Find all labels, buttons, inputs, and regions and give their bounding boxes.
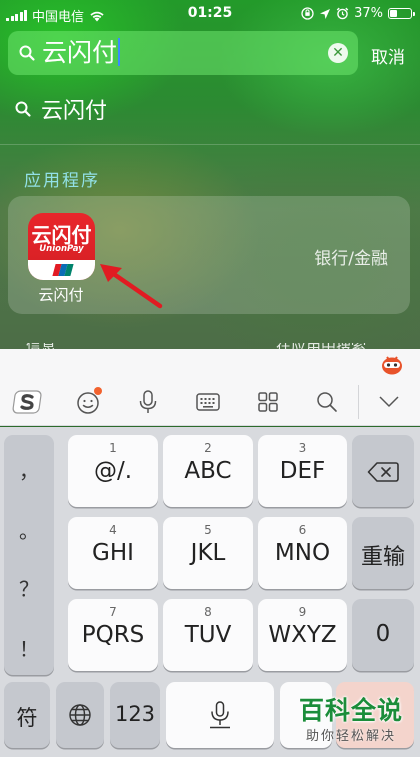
search-icon <box>15 101 31 117</box>
key-3[interactable]: 3 DEF <box>258 435 347 507</box>
battery-percent: 37% <box>354 6 383 21</box>
key-number: 5 <box>204 523 212 537</box>
keyboard-switch-icon[interactable] <box>193 387 223 417</box>
key-number: 1 <box>109 441 117 455</box>
suggestion-text: 云闪付 <box>41 99 108 124</box>
punct-key-period[interactable]: 。 <box>4 515 54 544</box>
key-label: @/. <box>93 458 133 484</box>
punctuation-column[interactable]: ， 。 ？ ！ <box>4 435 54 675</box>
keyboard-toolbar <box>0 379 420 426</box>
key-label: MNO <box>274 540 331 566</box>
language-key[interactable] <box>56 682 104 748</box>
key-label: 0 <box>375 621 391 647</box>
backspace-icon <box>367 462 399 482</box>
key-2[interactable]: 2 ABC <box>163 435 253 507</box>
key-number: 4 <box>109 523 117 537</box>
key-9[interactable]: 9 WXYZ <box>258 599 347 671</box>
collapse-keyboard-icon[interactable] <box>374 387 404 417</box>
section-header-apps: 应用程序 <box>24 171 100 191</box>
key-number: 8 <box>204 605 212 619</box>
battery-icon <box>388 8 415 19</box>
key-number: 3 <box>298 441 307 455</box>
divider <box>0 144 420 145</box>
key-number: 6 <box>298 523 307 537</box>
emoji-icon[interactable] <box>73 387 103 417</box>
key-number: 2 <box>204 441 212 455</box>
space-key[interactable] <box>166 682 274 748</box>
toolbox-grid-icon[interactable] <box>253 387 283 417</box>
app-icon-logo-en: UnionPay <box>39 244 84 254</box>
app-name: 云闪付 <box>38 286 84 304</box>
text-cursor <box>118 38 121 66</box>
watermark-subtitle: 助你轻松解决 <box>305 729 396 744</box>
delete-key[interactable] <box>352 435 414 507</box>
alarm-icon <box>336 7 349 20</box>
key-4[interactable]: 4 GHI <box>68 517 158 589</box>
key-label: PQRS <box>81 622 145 648</box>
key-label: TUV <box>184 622 232 648</box>
app-icon-unionpay[interactable]: 云闪付 UnionPay <box>28 213 95 280</box>
sogou-mascot-icon[interactable] <box>380 353 404 375</box>
keyboard-search-icon[interactable] <box>312 387 342 417</box>
key-5[interactable]: 5 JKL <box>163 517 253 589</box>
unionpay-card-icon <box>52 264 74 276</box>
app-category: 银行/金融 <box>314 249 388 269</box>
status-bar: 中国电信 01:25 37% <box>0 0 420 28</box>
search-field[interactable]: 云闪付 ✕ <box>8 31 358 75</box>
key-label: WXYZ <box>268 622 337 648</box>
voice-input-icon[interactable] <box>133 387 163 417</box>
key-1[interactable]: 1 @/. <box>68 435 158 507</box>
search-suggestion[interactable]: 云闪付 <box>14 93 414 125</box>
key-label: 符 <box>16 706 38 730</box>
cancel-button[interactable]: 取消 <box>371 43 405 68</box>
globe-icon <box>69 704 91 726</box>
toolbar-divider <box>358 385 359 419</box>
key-label: DEF <box>279 458 326 484</box>
watermark-title: 百科全说 <box>298 696 403 725</box>
punct-key-question[interactable]: ？ <box>4 573 54 602</box>
punct-key-comma[interactable]: ， <box>4 455 54 484</box>
notification-dot <box>94 387 102 395</box>
key-label: GHI <box>92 540 134 566</box>
symbol-key[interactable]: 符 <box>4 682 50 748</box>
key-6[interactable]: 6 MNO <box>258 517 347 589</box>
search-input[interactable]: 云闪付 <box>42 37 121 69</box>
key-label: ABC <box>184 458 232 484</box>
key-7[interactable]: 7 PQRS <box>68 599 158 671</box>
numeric-key[interactable]: 123 <box>110 682 160 748</box>
search-query: 云闪付 <box>42 38 118 67</box>
punct-key-exclaim[interactable]: ！ <box>4 633 54 662</box>
sogou-logo-icon[interactable] <box>12 387 42 417</box>
location-icon <box>320 8 331 19</box>
watermark-logo: 百科全说 助你轻松解决 <box>288 691 414 747</box>
key-8[interactable]: 8 TUV <box>163 599 253 671</box>
retype-key[interactable]: 重输 <box>352 517 414 589</box>
key-label: 123 <box>114 702 156 726</box>
key-number: 7 <box>109 605 117 619</box>
microphone-icon <box>210 701 230 729</box>
search-icon <box>19 45 35 61</box>
zero-key[interactable]: 0 <box>352 599 414 671</box>
app-result-card[interactable]: 云闪付 UnionPay 云闪付 银行/金融 <box>8 196 410 314</box>
orientation-lock-icon <box>301 7 314 20</box>
red-arrow-annotation <box>100 264 163 309</box>
key-label: JKL <box>190 540 226 566</box>
key-label: 重输 <box>360 545 405 570</box>
key-number: 9 <box>298 605 307 619</box>
clear-search-button[interactable]: ✕ <box>328 43 348 63</box>
keyboard-top-strip <box>0 349 420 379</box>
